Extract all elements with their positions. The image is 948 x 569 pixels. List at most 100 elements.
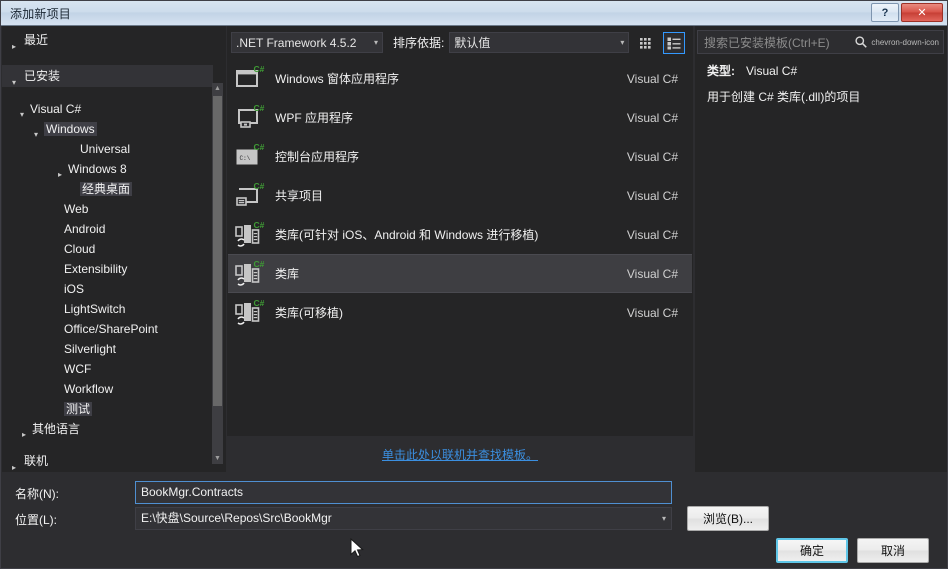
template-name: 控制台应用程序 — [275, 150, 360, 164]
expand-arrow-icon[interactable] — [8, 72, 20, 94]
tree-item-lightswitch[interactable]: LightSwitch — [2, 299, 213, 319]
portable-class-library-icon: C# — [233, 219, 265, 251]
location-label: 位置(L): — [15, 513, 58, 527]
template-row[interactable]: C# 类库 Visual C# — [228, 254, 692, 293]
portable-class-library-icon: C# — [233, 297, 265, 329]
tree-item-label: 经典桌面 — [80, 182, 133, 196]
tree-item-label: Office/SharePoint — [64, 322, 158, 336]
tree-scrollbar[interactable]: ▲ ▼ — [212, 83, 223, 464]
chevron-down-icon: ▾ — [373, 38, 378, 47]
search-templates-input[interactable]: 搜索已安装模板(Ctrl+E) chevron-down-icon — [697, 30, 944, 54]
tree-item-ios[interactable]: iOS — [2, 279, 213, 299]
tree-item-windows[interactable]: Windows — [2, 119, 213, 139]
view-list-button[interactable] — [663, 31, 686, 54]
template-list[interactable]: C# Windows 窗体应用程序 Visual C# C# WPF 应用程序 Visua… — [228, 59, 692, 435]
svg-text:C#: C# — [254, 220, 265, 230]
template-name: 类库(可移植) — [275, 306, 343, 320]
category-tree-pane: 最近已安装 Visual C# Windows Universal Windows 8… — [2, 26, 226, 472]
template-row[interactable]: C# WPF 应用程序 Visual C# — [228, 98, 692, 137]
ok-button[interactable]: 确定 — [776, 538, 848, 563]
tree-item-label: Windows 8 — [68, 162, 127, 176]
tree-item-label: Universal — [80, 142, 131, 156]
help-button[interactable]: ? — [871, 3, 899, 22]
magnifier-icon[interactable] — [854, 35, 868, 49]
template-row[interactable]: C# Windows 窗体应用程序 Visual C# — [228, 59, 692, 98]
project-location-input[interactable]: E:\快盘\Source\Repos\Src\BookMgr ▾ — [135, 507, 672, 530]
chevron-down-icon[interactable]: chevron-down-icon — [871, 38, 939, 47]
sort-by-dropdown[interactable]: 默认值 ▾ — [449, 32, 630, 53]
tree-group-最近[interactable]: 最近 — [2, 29, 213, 51]
template-row[interactable]: C# 共享项目 Visual C# — [228, 176, 692, 215]
svg-text:C:\: C:\ — [240, 155, 251, 162]
tree-item-workflow[interactable]: Workflow — [2, 379, 213, 399]
wpf-icon: C# — [233, 102, 265, 134]
tree-item-wcf[interactable]: WCF — [2, 359, 213, 379]
scrollbar-thumb[interactable] — [213, 96, 222, 406]
question-mark-icon: ? — [881, 6, 889, 19]
template-name: 类库 — [275, 267, 300, 281]
svg-text:C#: C# — [254, 259, 265, 269]
template-type-label: 类型: — [707, 64, 735, 78]
winforms-icon: C# — [233, 63, 265, 95]
close-button[interactable]: ✕ — [901, 3, 943, 22]
tree-item-cloud[interactable]: Cloud — [2, 239, 213, 259]
collapse-arrow-icon[interactable] — [18, 425, 30, 445]
template-language: Visual C# — [626, 188, 678, 203]
template-row[interactable]: C# 类库(可针对 iOS、Android 和 Windows 进行移植) Visu… — [228, 215, 692, 254]
svg-text:C#: C# — [254, 64, 265, 74]
tree-group-label: 最近 — [24, 33, 49, 47]
template-toolbar: .NET Framework 4.5.2 ▾ 排序依据: 默认值 ▾ — [227, 27, 693, 58]
class-library-icon: C# — [233, 258, 265, 290]
template-name: 共享项目 — [275, 189, 324, 203]
tree-item-silverlight[interactable]: Silverlight — [2, 339, 213, 359]
grid-view-icon — [640, 37, 651, 49]
tree-group-label: 已安装 — [24, 69, 61, 83]
search-placeholder: 搜索已安装模板(Ctrl+E) — [704, 35, 830, 50]
find-online-templates-link[interactable]: 单击此处以联机并查找模板。 — [382, 446, 538, 463]
tree-group-label: 联机 — [24, 454, 49, 468]
tree-item-label: Android — [64, 222, 106, 236]
tree-item-visual-c[interactable]: Visual C# — [2, 99, 213, 119]
category-tree-scroll-area: 最近已安装 Visual C# Windows Universal Windows 8… — [2, 26, 213, 472]
template-row[interactable]: C:\ C# 控制台应用程序 Visual C# — [228, 137, 692, 176]
tree-item-android[interactable]: Android — [2, 219, 213, 239]
tree-item-label: 测试 — [64, 402, 93, 416]
tree-top-groups: 最近已安装 — [2, 29, 213, 87]
tree-item-web[interactable]: Web — [2, 199, 213, 219]
tree-item-label: Cloud — [64, 242, 96, 256]
tree-item-windows-8[interactable]: Windows 8 — [2, 159, 213, 179]
tree-item-label: Silverlight — [64, 342, 117, 356]
template-language: Visual C# — [626, 71, 678, 86]
template-type-row: 类型: Visual C# — [707, 62, 797, 79]
tree-item-office-sharepoint[interactable]: Office/SharePoint — [2, 319, 213, 339]
template-language: Visual C# — [626, 305, 678, 320]
project-location-value: E:\快盘\Source\Repos\Src\BookMgr — [141, 511, 332, 525]
view-medium-icons-button[interactable] — [635, 32, 657, 54]
title-bar: 添加新项目 ? ✕ — [1, 1, 947, 26]
tree-item-label: LightSwitch — [64, 302, 126, 316]
tree-group-联机[interactable]: 联机 — [2, 450, 226, 472]
project-name-input[interactable]: BookMgr.Contracts — [135, 481, 672, 504]
collapse-arrow-icon[interactable] — [8, 457, 20, 479]
collapse-arrow-icon[interactable] — [8, 36, 20, 58]
scroll-up-arrow-icon[interactable]: ▲ — [212, 83, 223, 94]
tree-item-universal[interactable]: Universal — [2, 139, 213, 159]
template-row[interactable]: C# 类库(可移植) Visual C# — [228, 293, 692, 332]
console-icon: C:\ C# — [233, 141, 265, 173]
template-name: WPF 应用程序 — [275, 111, 353, 125]
framework-version-dropdown[interactable]: .NET Framework 4.5.2 ▾ — [231, 32, 383, 53]
tree-item-测试[interactable]: 测试 — [2, 399, 213, 419]
browse-button[interactable]: 浏览(B)... — [687, 506, 769, 531]
chevron-down-icon: ▾ — [661, 514, 666, 523]
cancel-button[interactable]: 取消 — [857, 538, 929, 563]
svg-text:C#: C# — [254, 103, 265, 113]
tree-items: Visual C# Windows Universal Windows 8 经典桌面 We… — [2, 99, 213, 439]
tree-item-其他语言[interactable]: 其他语言 — [2, 419, 213, 439]
tree-item-label: Workflow — [64, 382, 114, 396]
tree-item-经典桌面[interactable]: 经典桌面 — [2, 179, 213, 199]
chevron-down-icon: ▾ — [620, 38, 625, 47]
tree-group-已安装[interactable]: 已安装 — [2, 65, 213, 87]
tree-item-extensibility[interactable]: Extensibility — [2, 259, 213, 279]
framework-version-value: .NET Framework 4.5.2 — [236, 35, 357, 50]
template-language: Visual C# — [626, 266, 678, 281]
